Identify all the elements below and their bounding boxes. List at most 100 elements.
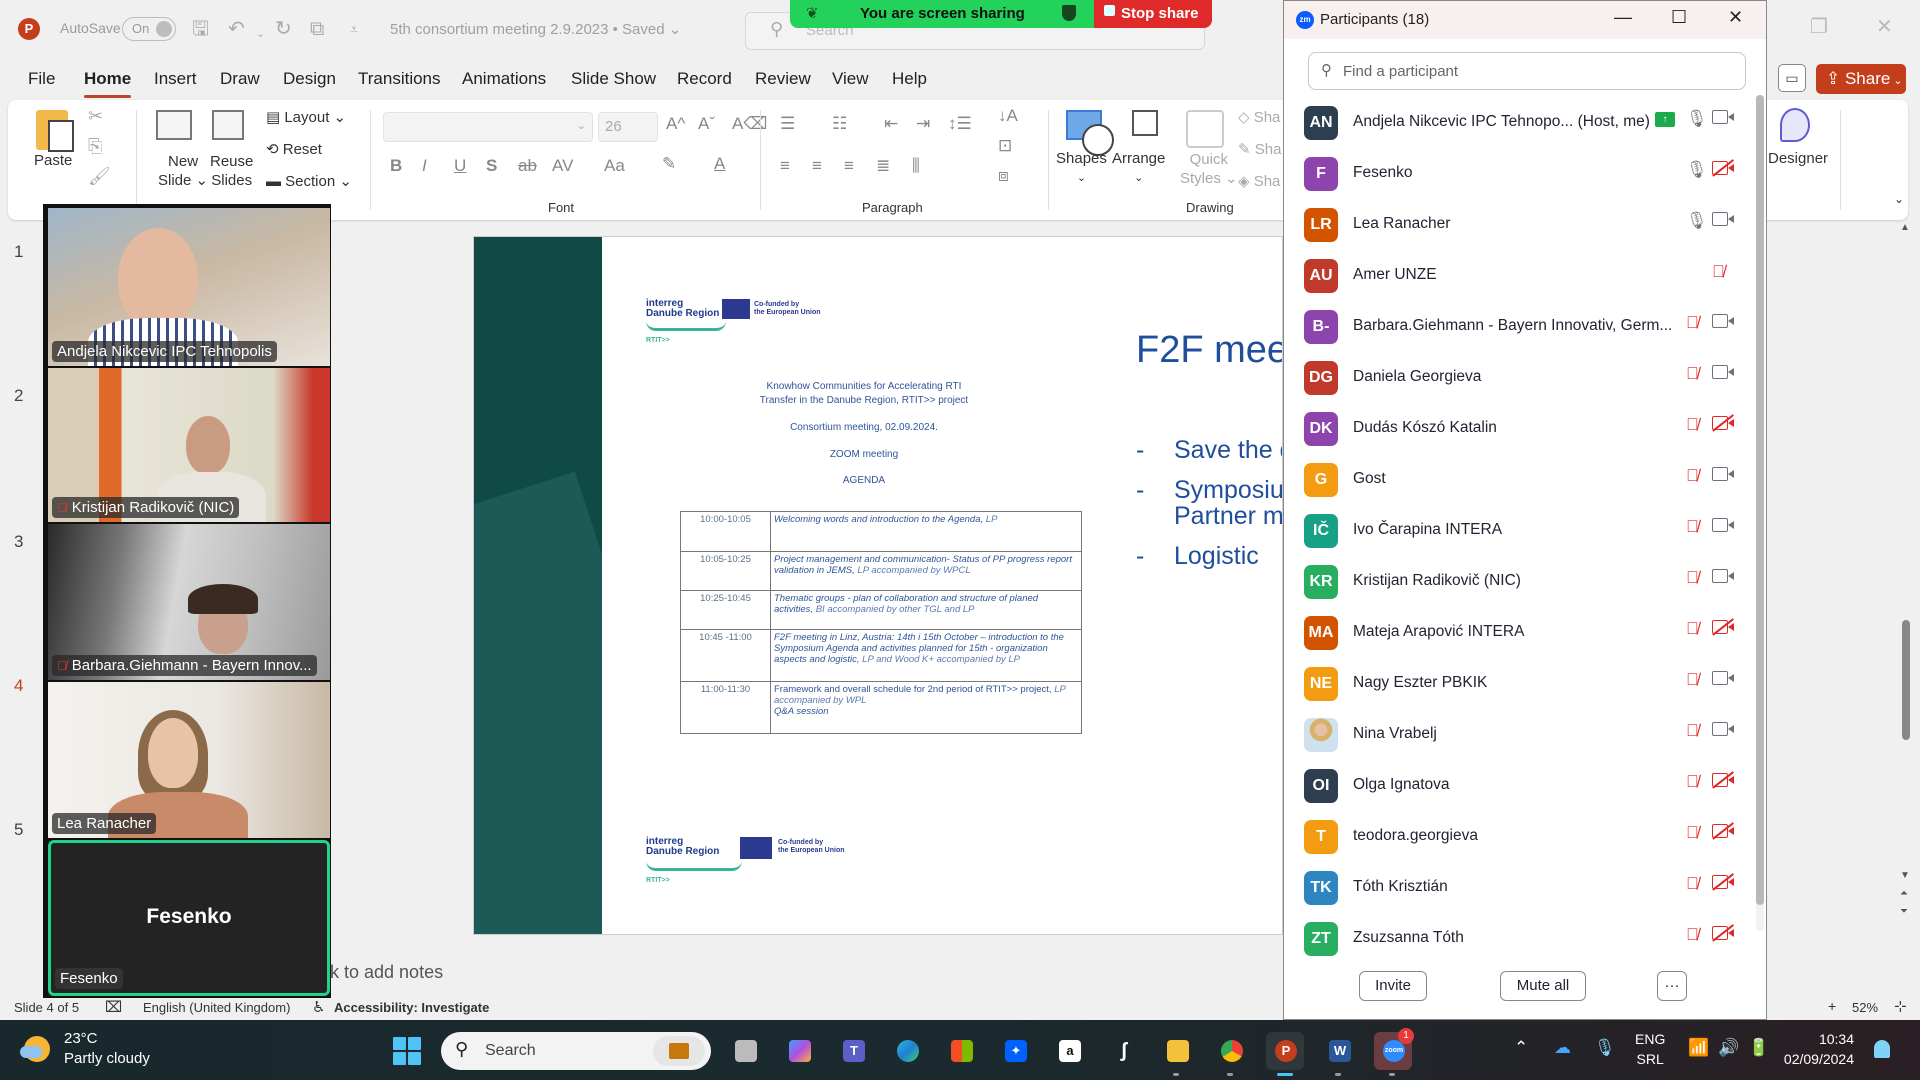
tab-design[interactable]: Design xyxy=(283,69,336,89)
notes-input[interactable]: k to add notes xyxy=(330,958,1280,992)
edge-icon[interactable] xyxy=(888,1032,926,1070)
undo-dropdown-icon[interactable]: ⌄ xyxy=(256,22,265,46)
zoom-level[interactable]: 52% xyxy=(1852,1000,1878,1015)
highlight-color-icon[interactable]: ✎ xyxy=(662,154,676,174)
mic-muted-icon[interactable]: 🎙̸ xyxy=(1686,874,1699,894)
shrink-font-icon[interactable]: Aˇ xyxy=(698,114,715,134)
word-icon[interactable]: W xyxy=(1320,1032,1358,1076)
microphone-icon[interactable]: 🎙 xyxy=(1594,1038,1616,1058)
paste-button[interactable]: Paste xyxy=(34,152,72,169)
powerpoint-taskbar-icon[interactable]: P xyxy=(1266,1032,1304,1076)
decrease-indent-icon[interactable]: ⇤ xyxy=(884,114,898,134)
character-spacing-button[interactable]: AV xyxy=(552,156,573,176)
redo-icon[interactable]: ↻ xyxy=(275,17,292,41)
restore-icon[interactable]: ❐ xyxy=(1810,14,1828,39)
text-direction-icon[interactable]: ↓A xyxy=(998,106,1018,126)
change-case-button[interactable]: Aa xyxy=(604,156,625,176)
align-left-icon[interactable]: ≡ xyxy=(780,156,790,176)
participant-row[interactable]: Nina Vrabelj 🎙̸ xyxy=(1284,707,1754,758)
mic-muted-icon[interactable]: 🎙̸ xyxy=(1686,466,1699,486)
stop-share-button[interactable]: Stop share xyxy=(1094,0,1212,28)
designer-button[interactable]: Designer xyxy=(1768,150,1828,167)
align-center-icon[interactable]: ≡ xyxy=(812,156,822,176)
shape-outline-button[interactable]: ✎ Sha xyxy=(1238,140,1281,158)
bold-button[interactable]: B xyxy=(390,156,402,176)
camera-icon[interactable] xyxy=(1712,314,1734,328)
zoom-taskbar-icon[interactable]: zoom 1 xyxy=(1374,1028,1414,1076)
onedrive-warning-icon[interactable]: ☁ xyxy=(1554,1038,1571,1058)
scroll-down-icon[interactable]: ▼ xyxy=(1900,870,1910,881)
camera-icon[interactable] xyxy=(1712,212,1734,226)
clear-formatting-icon[interactable]: A⌫ xyxy=(732,114,767,134)
reuse-slides-icon[interactable] xyxy=(212,110,244,140)
maximize-icon[interactable]: ☐ xyxy=(1671,7,1687,28)
font-size-select[interactable]: 26 xyxy=(598,112,658,142)
participant-row[interactable]: G Gost 🎙̸ xyxy=(1284,452,1754,503)
video-tile-active-speaker[interactable]: Fesenko Fesenko xyxy=(48,840,330,996)
video-tile[interactable]: Lea Ranacher xyxy=(48,682,330,838)
camera-icon[interactable] xyxy=(1712,671,1734,685)
arrange-button[interactable]: Arrange ⌄ xyxy=(1112,150,1165,187)
mic-muted-icon[interactable]: 🎙̸ xyxy=(1686,364,1699,384)
undo-icon[interactable]: ↶ xyxy=(228,17,245,41)
accessibility-status[interactable]: Accessibility: Investigate xyxy=(334,1000,489,1015)
justify-icon[interactable]: ≣ xyxy=(876,156,890,176)
task-view-icon[interactable] xyxy=(726,1032,764,1070)
document-title[interactable]: 5th consortium meeting 2.9.2023 • Saved … xyxy=(390,20,681,38)
tab-review[interactable]: Review xyxy=(755,69,811,89)
strikethrough-button[interactable]: ab xyxy=(518,156,537,176)
slide-canvas[interactable]: interreg Danube Region Co-funded by the Eu… xyxy=(473,236,1283,935)
taskbar-search-input[interactable]: ⚲ Search xyxy=(441,1032,711,1070)
grow-font-icon[interactable]: A^ xyxy=(666,114,685,134)
camera-icon[interactable] xyxy=(1712,518,1734,532)
font-name-select[interactable]: ⌄ xyxy=(383,112,593,142)
align-text-icon[interactable]: ⊡ xyxy=(998,136,1012,156)
windows-start-icon[interactable] xyxy=(393,1037,421,1065)
participant-row[interactable]: NE Nagy Eszter PBKIK 🎙̸ xyxy=(1284,656,1754,707)
participant-row[interactable]: TK Tóth Krisztián 🎙̸ xyxy=(1284,860,1754,911)
close-icon[interactable]: ✕ xyxy=(1876,14,1893,39)
camera-off-icon[interactable] xyxy=(1712,161,1734,175)
next-slide-icon[interactable]: ⏷ xyxy=(1900,906,1908,917)
camera-off-icon[interactable] xyxy=(1712,875,1734,889)
quick-styles-icon[interactable] xyxy=(1186,110,1224,148)
volume-icon[interactable]: 🔊 xyxy=(1718,1038,1739,1058)
autosave-toggle[interactable]: On xyxy=(122,17,176,41)
mic-muted-icon[interactable]: 🎙̸ xyxy=(1686,721,1699,741)
drag-handle-icon[interactable]: ❦ xyxy=(806,4,819,22)
tab-animations[interactable]: Animations xyxy=(462,69,546,89)
participant-row[interactable]: AN Andjela Nikcevic IPC Tehnopo... (Host,… xyxy=(1284,95,1754,146)
video-tile[interactable]: 🎙̸ Barbara.Giehmann - Bayern Innov... xyxy=(48,524,330,680)
file-explorer-icon[interactable] xyxy=(1158,1032,1196,1076)
italic-button[interactable]: I xyxy=(422,156,427,176)
format-painter-icon[interactable]: 🖌 xyxy=(88,166,111,187)
tab-record[interactable]: Record xyxy=(677,69,732,89)
copilot-icon[interactable] xyxy=(780,1032,818,1070)
tab-insert[interactable]: Insert xyxy=(154,69,197,89)
security-shield-icon[interactable] xyxy=(1062,5,1076,21)
language-indicator[interactable]: English (United Kingdom) xyxy=(143,1000,290,1015)
mic-muted-icon[interactable]: 🎙̸ xyxy=(1686,619,1699,639)
participants-scrollbar[interactable] xyxy=(1756,95,1764,931)
microsoft-store-icon[interactable] xyxy=(942,1032,980,1070)
save-icon[interactable]: 🖫 xyxy=(192,17,209,41)
participant-row[interactable]: LR Lea Ranacher 🎙 xyxy=(1284,197,1754,248)
customize-toolbar-icon[interactable]: ⩡ xyxy=(350,17,358,41)
reset-button[interactable]: ⟲ Reset xyxy=(266,140,322,158)
microphone-icon[interactable]: 🎙 xyxy=(1686,109,1708,129)
more-options-button[interactable]: ··· xyxy=(1657,971,1687,1001)
participant-row[interactable]: OI Olga Ignatova 🎙̸ xyxy=(1284,758,1754,809)
reuse-slides-button[interactable]: Reuse Slides xyxy=(210,152,253,190)
tab-help[interactable]: Help xyxy=(892,69,927,89)
notifications-bell-icon[interactable] xyxy=(1874,1040,1890,1058)
video-tile[interactable]: Andjela Nikcevic IPC Tehnopolis xyxy=(48,208,330,366)
font-color-icon[interactable]: A xyxy=(714,154,725,174)
system-clock[interactable]: 10:34 02/09/2024 xyxy=(1780,1029,1854,1069)
participant-row[interactable]: DG Daniela Georgieva 🎙̸ xyxy=(1284,350,1754,401)
present-icon[interactable]: ⧉ xyxy=(310,17,324,41)
slide-number-active[interactable]: 4 xyxy=(14,676,23,696)
mic-muted-icon[interactable]: 🎙̸ xyxy=(1686,313,1699,333)
share-button[interactable]: ⇪ Share ⌄ xyxy=(1816,64,1906,94)
amazon-icon[interactable]: a xyxy=(1050,1032,1088,1070)
spell-check-icon[interactable]: ⌧ xyxy=(105,998,122,1016)
